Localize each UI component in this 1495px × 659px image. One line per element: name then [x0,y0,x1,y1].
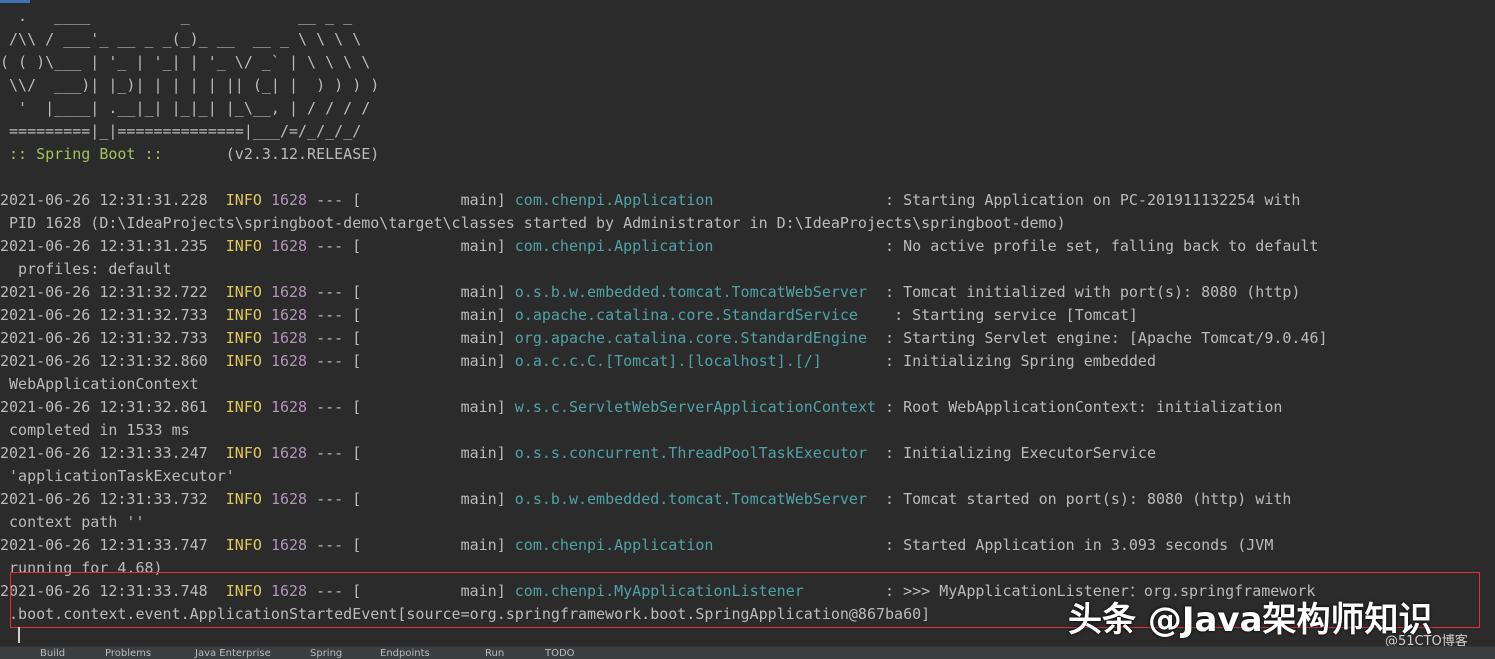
log-line-continuation: PID 1628 (D:\IdeaProjects\springboot-dem… [0,214,1066,232]
log-line-continuation: profiles: default [0,260,172,278]
log-pid: 1628 [270,329,308,347]
toutiao-watermark: 头条 @Java架构师知识 [1068,600,1433,640]
log-message: : No active profile set, falling back to… [876,237,1319,255]
log-pid: 1628 [270,306,308,324]
log-thread: --- [ main] [307,444,515,462]
log-logger[interactable]: o.apache.catalina.core.StandardService [515,306,885,324]
log-message: : Starting service [Tomcat] [885,306,1138,324]
log-timestamp: 2021-06-26 12:31:33.247 [0,444,208,462]
log-thread: --- [ main] [307,490,515,508]
log-message: : Tomcat initialized with port(s): 8080 … [876,283,1301,301]
log-timestamp: 2021-06-26 12:31:32.722 [0,283,208,301]
log-pid: 1628 [270,398,308,416]
log-thread: --- [ main] [307,536,515,554]
log-line-continuation: context path '' [0,513,145,531]
log-logger[interactable]: o.a.c.c.C.[Tomcat].[localhost].[/] [515,352,876,370]
log-message: : Starting Servlet engine: [Apache Tomca… [876,329,1328,347]
log-line: 2021-06-26 12:31:33.747 INFO 1628 --- [ … [0,534,1490,557]
log-thread: --- [ main] [307,191,515,209]
log-logger[interactable]: org.apache.catalina.core.StandardEngine [515,329,876,347]
log-level: INFO [225,191,262,209]
log-thread: --- [ main] [307,306,515,324]
tool-window-bar: Build Problems Java Enterprise Spring Endpoi… [0,646,1495,659]
log-level: INFO [225,398,262,416]
log-timestamp: 2021-06-26 12:31:32.733 [0,329,208,347]
log-pid: 1628 [270,352,308,370]
log-pid: 1628 [270,191,308,209]
log-level: INFO [225,444,262,462]
text-caret [18,627,20,643]
log-message: : Starting Application on PC-20191113225… [876,191,1301,209]
log-level: INFO [225,306,262,324]
log-level: INFO [225,490,262,508]
log-level: INFO [225,329,262,347]
banner-line: \\/ ___)| |_)| | | | | || (_| | ) ) ) ) [0,76,380,94]
log-line: 2021-06-26 12:31:33.247 INFO 1628 --- [ … [0,442,1490,465]
tool-tab-endpoints[interactable]: Endpoints [380,647,430,659]
log-line-continuation: 'applicationTaskExecutor' [0,467,235,485]
log-line-continuation: WebApplicationContext [0,375,199,393]
tool-tab-run[interactable]: Run [485,647,504,659]
log-message: : Started Application in 3.093 seconds (… [876,536,1274,554]
log-timestamp: 2021-06-26 12:31:32.861 [0,398,208,416]
log-timestamp: 2021-06-26 12:31:31.235 [0,237,208,255]
log-line: 2021-06-26 12:31:32.733 INFO 1628 --- [ … [0,327,1490,350]
log-message: : Tomcat started on port(s): 8080 (http)… [876,490,1292,508]
log-line: 2021-06-26 12:31:33.732 INFO 1628 --- [ … [0,488,1490,511]
banner-line: /\\ / ___'_ __ _ _(_)_ __ __ _ \ \ \ \ [0,30,362,48]
spring-boot-version: (v2.3.12.RELEASE) [171,145,380,163]
active-tab-accent [0,0,30,3]
log-level: INFO [225,283,262,301]
log-timestamp: 2021-06-26 12:31:31.228 [0,191,208,209]
tool-tab-java-enterprise[interactable]: Java Enterprise [195,647,271,659]
log-logger[interactable]: w.s.c.ServletWebServerApplicationContext [515,398,876,416]
log-timestamp: 2021-06-26 12:31:32.860 [0,352,208,370]
spring-boot-label: :: Spring Boot :: [0,145,172,163]
log-message: : Initializing Spring embedded [876,352,1156,370]
log-logger[interactable]: o.s.b.w.embedded.tomcat.TomcatWebServer [515,490,876,508]
log-line: 2021-06-26 12:31:32.722 INFO 1628 --- [ … [0,281,1490,304]
log-timestamp: 2021-06-26 12:31:32.733 [0,306,208,324]
log-line: 2021-06-26 12:31:32.860 INFO 1628 --- [ … [0,350,1490,373]
log-thread: --- [ main] [307,237,515,255]
log-level: INFO [225,237,262,255]
log-pid: 1628 [270,444,308,462]
banner-line: . ____ _ __ _ _ [0,7,353,25]
tool-tab-todo[interactable]: TODO [545,647,575,659]
log-logger[interactable]: com.chenpi.Application [515,237,876,255]
log-thread: --- [ main] [307,329,515,347]
banner-line: =========|_|==============|___/=/_/_/_/ [0,122,362,140]
spring-boot-version-line: :: Spring Boot :: (v2.3.12.RELEASE) [0,143,1490,166]
log-line: 2021-06-26 12:31:31.235 INFO 1628 --- [ … [0,235,1490,258]
log-thread: --- [ main] [307,398,515,416]
log-thread: --- [ main] [307,283,515,301]
banner-line: ( ( )\___ | '_ | '_| | '_ \/ _` | \ \ \ … [0,53,371,71]
log-level: INFO [225,352,262,370]
log-pid: 1628 [270,237,308,255]
log-pid: 1628 [270,283,308,301]
log-logger[interactable]: o.s.b.w.embedded.tomcat.TomcatWebServer [515,283,876,301]
log-message: : Root WebApplicationContext: initializa… [876,398,1283,416]
log-logger[interactable]: com.chenpi.Application [515,191,876,209]
log-pid: 1628 [270,490,308,508]
log-level: INFO [225,536,262,554]
tool-tab-problems[interactable]: Problems [105,647,151,659]
log-line-continuation: completed in 1533 ms [0,421,190,439]
log-pid: 1628 [270,536,308,554]
log-message: : Initializing ExecutorService [876,444,1156,462]
log-line: 2021-06-26 12:31:32.861 INFO 1628 --- [ … [0,396,1490,419]
tool-tab-build[interactable]: Build [40,647,65,659]
log-logger[interactable]: o.s.s.concurrent.ThreadPoolTaskExecutor [515,444,876,462]
log-logger[interactable]: com.chenpi.Application [515,536,876,554]
log-timestamp: 2021-06-26 12:31:33.732 [0,490,208,508]
log-timestamp: 2021-06-26 12:31:33.747 [0,536,208,554]
log-line: 2021-06-26 12:31:32.733 INFO 1628 --- [ … [0,304,1490,327]
tool-tab-spring[interactable]: Spring [310,647,342,659]
log-thread: --- [ main] [307,352,515,370]
log-line: 2021-06-26 12:31:31.228 INFO 1628 --- [ … [0,189,1490,212]
banner-line: ' |____| .__|_| |_|_| |_\__, | / / / / [0,99,371,117]
run-console[interactable]: . ____ _ __ _ _ /\\ / ___'_ __ _ _(_)_ _… [0,0,1495,646]
